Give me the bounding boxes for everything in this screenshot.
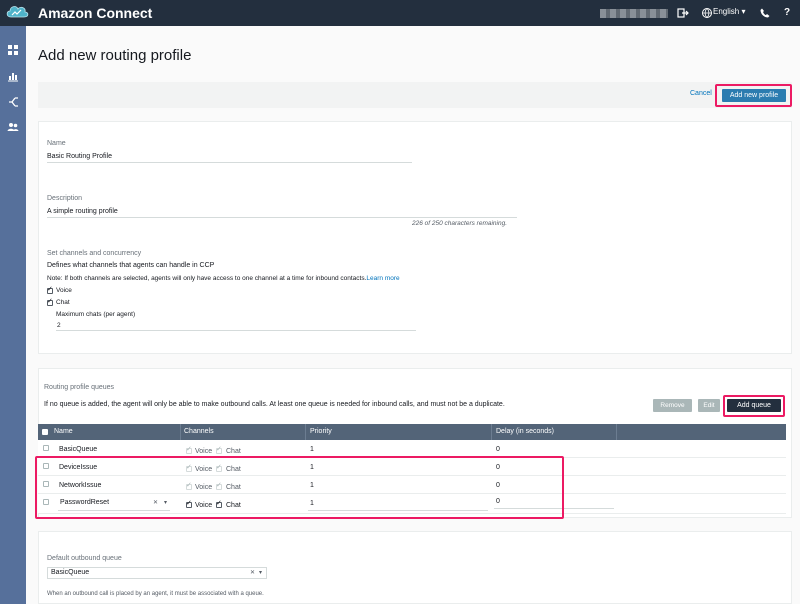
top-navigation-bar: Amazon Connect English ▾ ?: [0, 0, 800, 26]
routing-icon[interactable]: [7, 96, 19, 108]
max-chats-field[interactable]: 2: [57, 322, 61, 329]
priority-value: 1: [310, 446, 314, 453]
highlight-box: [35, 456, 564, 519]
language-label: English: [713, 7, 740, 16]
channels-description: Defines what channels that agents can ha…: [47, 262, 215, 269]
chat-checkbox: [216, 445, 222, 454]
select-all-checkbox[interactable]: [42, 429, 48, 435]
voice-label: Voice: [195, 448, 213, 455]
logout-icon[interactable]: [677, 7, 689, 19]
column-header-priority: Priority: [310, 428, 332, 435]
voice-label: Voice: [56, 287, 72, 294]
outbound-queue-value: BasicQueue: [51, 569, 90, 576]
learn-more-link[interactable]: Learn more: [366, 275, 399, 282]
chat-label: Chat: [226, 448, 241, 455]
outbound-queue-select[interactable]: BasicQueue ✕ ▾: [47, 567, 267, 579]
column-divider: [616, 424, 617, 440]
column-divider: [180, 424, 181, 440]
column-divider: [305, 424, 306, 440]
page-title: Add new routing profile: [38, 47, 192, 64]
outbound-queue-label: Default outbound queue: [47, 555, 122, 562]
column-header-delay: Delay (in seconds): [496, 428, 554, 435]
actions-bar: [38, 82, 792, 108]
help-icon[interactable]: ?: [781, 7, 793, 19]
chevron-down-icon[interactable]: ▾: [259, 568, 262, 578]
name-label: Name: [47, 140, 66, 147]
outbound-help-text: When an outbound call is placed by an ag…: [47, 591, 264, 597]
queues-heading: Routing profile queues: [44, 384, 115, 391]
profile-details-card: [38, 121, 792, 354]
name-field-underline: [47, 162, 412, 163]
language-selector[interactable]: English ▾: [713, 7, 746, 16]
delay-value: 0: [496, 446, 500, 453]
chat-checkbox[interactable]: [47, 297, 53, 306]
users-icon[interactable]: [7, 121, 19, 133]
voice-checkbox: [186, 445, 192, 454]
voice-checkbox[interactable]: [47, 285, 53, 294]
queues-info: If no queue is added, the agent will onl…: [44, 401, 505, 408]
name-field[interactable]: Basic Routing Profile: [47, 153, 112, 160]
queue-name: BasicQueue: [59, 446, 98, 453]
user-name-blurred: [600, 9, 668, 18]
chat-label: Chat: [56, 299, 70, 306]
add-queue-button[interactable]: Add queue: [727, 399, 781, 412]
description-label: Description: [47, 195, 83, 202]
globe-icon: [702, 8, 712, 19]
sidebar: [0, 26, 26, 604]
queues-table-header: Name Channels Priority Delay (in seconds…: [38, 424, 786, 440]
char-remaining: 226 of 250 characters remaining.: [412, 220, 508, 227]
description-field[interactable]: A simple routing profile: [47, 208, 118, 215]
note-text: Note: If both channels are selected, age…: [47, 275, 367, 282]
channels-note: Note: If both channels are selected, age…: [47, 275, 400, 282]
column-divider: [491, 424, 492, 440]
cancel-link[interactable]: Cancel: [690, 90, 712, 97]
channels-heading: Set channels and concurrency: [47, 250, 142, 257]
column-header-channels: Channels: [184, 428, 214, 435]
description-field-underline: [47, 217, 517, 218]
max-chats-underline: [56, 330, 416, 331]
metrics-icon[interactable]: [7, 70, 19, 82]
row-checkbox[interactable]: [43, 445, 49, 451]
max-chats-label: Maximum chats (per agent): [56, 311, 136, 318]
add-new-profile-button[interactable]: Add new profile: [722, 89, 786, 102]
clear-icon[interactable]: ✕: [250, 568, 255, 578]
edit-button[interactable]: Edit: [698, 399, 720, 412]
dashboard-icon[interactable]: [7, 44, 19, 56]
remove-button[interactable]: Remove: [653, 399, 692, 412]
phone-icon[interactable]: [759, 7, 771, 19]
column-header-name: Name: [54, 428, 73, 435]
app-logo-icon[interactable]: [5, 3, 29, 23]
app-title: Amazon Connect: [38, 5, 153, 21]
